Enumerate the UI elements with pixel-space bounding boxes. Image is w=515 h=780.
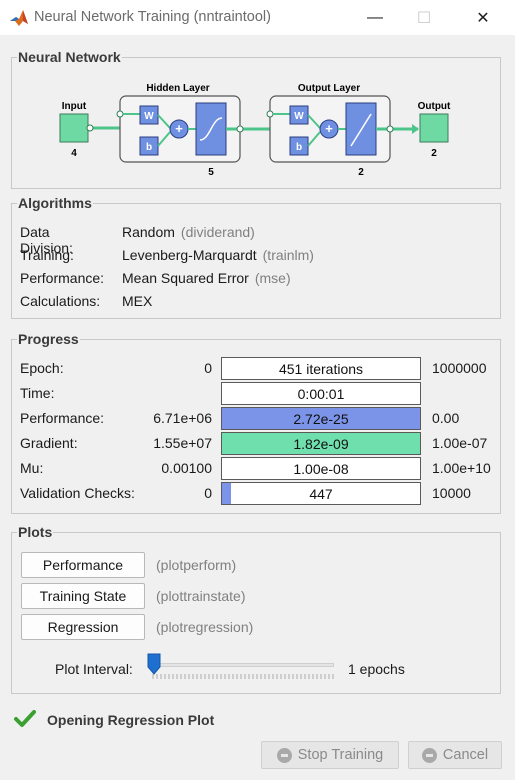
stop-training-label: Stop Training [297, 747, 384, 763]
alg-value-text: Mean Squared Error [122, 270, 249, 286]
progress-min: 0 [204, 360, 212, 376]
alg-value: Random (dividerand) [122, 224, 255, 240]
progress-row-validation-checks: Validation Checks: 0 447 10000 [12, 482, 502, 506]
progress-row-mu: Mu: 0.00100 1.00e-08 1.00e+10 [12, 457, 502, 481]
hidden-layer-label: Hidden Layer [146, 83, 209, 94]
alg-value-text: Random [122, 224, 175, 240]
network-diagram: Input 4 Hidden Layer W b + 5 Output Laye… [59, 83, 451, 178]
progress-bar: 2.72e-25 [221, 407, 421, 430]
algorithms-panel: Algorithms Data Division: Random (divider… [11, 195, 501, 319]
status-text: Opening Regression Plot [47, 712, 215, 728]
output-node [419, 113, 449, 143]
input-node [59, 113, 89, 143]
panel-title: Plots [17, 524, 54, 540]
progress-max: 1.00e+10 [432, 460, 491, 476]
plot-performance-button[interactable]: Performance [21, 552, 145, 578]
alg-label: Training: [20, 247, 74, 263]
progress-value: 2.72e-25 [293, 411, 349, 427]
alg-value-text: Levenberg-Marquardt [122, 247, 257, 263]
input-label: Input [62, 101, 87, 112]
progress-max: 1.00e-07 [432, 435, 488, 451]
hidden-size: 5 [208, 167, 214, 178]
alg-label: Calculations: [20, 293, 101, 309]
progress-min: 0 [204, 485, 212, 501]
cancel-icon [421, 747, 437, 763]
progress-min: 0.00100 [161, 460, 212, 476]
progress-min: 1.55e+07 [153, 435, 212, 451]
svg-text:+: + [175, 121, 183, 136]
input-size: 4 [71, 148, 77, 159]
stop-icon [276, 747, 292, 763]
plot-hint: (plottrainstate) [156, 588, 246, 604]
progress-value: 1.82e-09 [293, 436, 349, 452]
output-weight-label: W [294, 111, 304, 122]
progress-label: Mu: [20, 460, 44, 476]
alg-label: Performance: [20, 270, 105, 286]
progress-label: Gradient: [20, 435, 78, 451]
output-layer-label: Output Layer [298, 83, 360, 94]
progress-row-time: Time: 0:00:01 [12, 382, 502, 406]
neural-network-panel: Neural Network Input 4 Hidden Layer W b … [11, 49, 501, 189]
slider-ticks [152, 674, 334, 679]
minimize-button[interactable]: — [352, 0, 398, 35]
cancel-button[interactable]: Cancel [408, 741, 502, 769]
title-bar: Neural Network Training (nntraintool) — … [0, 0, 515, 35]
progress-bar: 1.00e-08 [221, 457, 421, 480]
progress-label: Epoch: [20, 360, 64, 376]
cancel-label: Cancel [442, 747, 489, 763]
alg-hint: (trainlm) [262, 247, 314, 263]
maximize-button[interactable]: ☐ [401, 0, 447, 35]
alg-value: Levenberg-Marquardt (trainlm) [122, 247, 314, 263]
panel-title: Algorithms [17, 195, 93, 211]
alg-hint: (mse) [254, 270, 291, 286]
window-title: Neural Network Training (nntraintool) [34, 9, 271, 25]
progress-value: 447 [309, 486, 333, 502]
progress-row-epoch: Epoch: 0 451 iterations 1000000 [12, 357, 502, 381]
progress-value: 1.00e-08 [293, 461, 349, 477]
progress-row-gradient: Gradient: 1.55e+07 1.82e-09 1.00e-07 [12, 432, 502, 456]
progress-min: 6.71e+06 [153, 410, 212, 426]
progress-value: 0:00:01 [297, 386, 345, 402]
checkmark-icon [14, 710, 36, 727]
alg-value: MEX [122, 293, 158, 309]
output-bias-label: b [296, 142, 302, 153]
plot-training-state-button[interactable]: Training State [21, 583, 145, 609]
progress-label: Time: [20, 385, 55, 401]
progress-label: Validation Checks: [20, 485, 135, 501]
progress-label: Performance: [20, 410, 105, 426]
matlab-icon [10, 10, 28, 26]
alg-value: Mean Squared Error (mse) [122, 270, 291, 286]
hidden-weight-label: W [144, 111, 154, 122]
svg-text:+: + [325, 121, 333, 136]
output-label: Output [418, 101, 451, 112]
plot-interval-slider[interactable] [152, 663, 334, 667]
plot-hint: (plotregression) [156, 619, 254, 635]
plot-regression-button[interactable]: Regression [21, 614, 145, 640]
progress-bar: 1.82e-09 [221, 432, 421, 455]
plot-interval-value: 1 epochs [348, 661, 405, 677]
slider-thumb[interactable] [147, 653, 161, 675]
hidden-bias-label: b [146, 142, 152, 153]
plots-panel: Plots Performance (plotperform) Training… [11, 524, 501, 694]
close-button[interactable]: ✕ [460, 0, 506, 35]
panel-title: Progress [17, 331, 80, 347]
plot-hint: (plotperform) [156, 557, 237, 573]
progress-max: 10000 [432, 485, 471, 501]
plot-interval-label: Plot Interval: [55, 661, 133, 677]
alg-value-text: MEX [122, 293, 153, 309]
progress-bar: 447 [221, 482, 421, 505]
stop-training-button[interactable]: Stop Training [261, 741, 399, 769]
output-size: 2 [431, 148, 437, 159]
progress-panel: Progress Epoch: 0 451 iterations 1000000… [11, 331, 502, 514]
progress-bar: 0:00:01 [221, 382, 421, 405]
alg-hint: (dividerand) [180, 224, 255, 240]
progress-bar: 451 iterations [221, 357, 421, 380]
progress-row-performance: Performance: 6.71e+06 2.72e-25 0.00 [12, 407, 502, 431]
progress-max: 0.00 [432, 410, 460, 426]
output-layer-size: 2 [358, 167, 364, 178]
progress-value: 451 iterations [278, 361, 364, 377]
progress-max: 1000000 [432, 360, 487, 376]
